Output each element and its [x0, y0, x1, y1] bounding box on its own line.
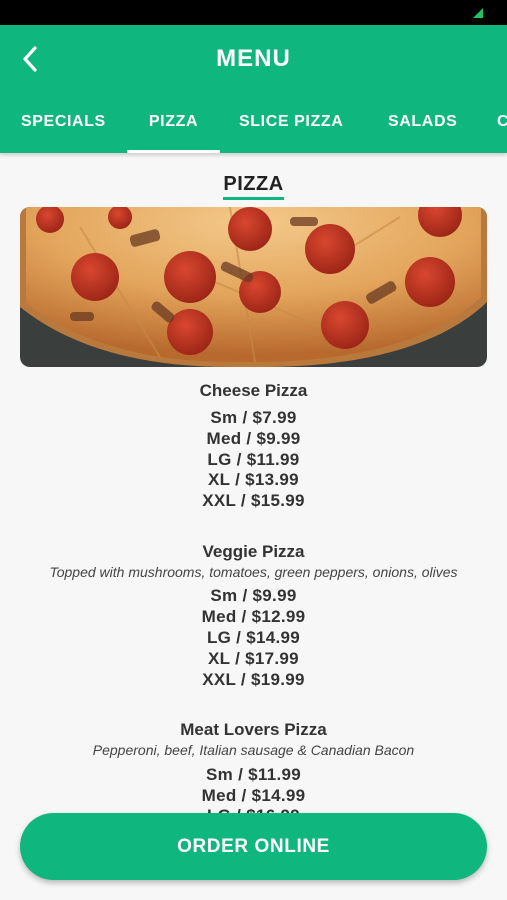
price-line: Med / $14.99 — [201, 786, 306, 805]
price-line: XXL / $15.99 — [202, 491, 305, 510]
price-line: LG / $11.99 — [207, 450, 300, 469]
tab-next-partial[interactable]: C — [497, 109, 507, 153]
price-line: XL / $13.99 — [208, 470, 299, 489]
menu-item-name: Veggie Pizza — [202, 542, 305, 561]
menu-item-description: Topped with mushrooms, tomatoes, green p… — [49, 564, 458, 580]
price-line: LG / $14.99 — [206, 628, 301, 647]
page-title: MENU — [216, 45, 291, 72]
price-line: XL / $17.99 — [208, 649, 299, 668]
menu-item-description: Pepperoni, beef, Italian sausage & Canad… — [92, 742, 415, 758]
price-line: Med / $12.99 — [201, 607, 306, 626]
order-online-button[interactable]: ORDER ONLINE — [20, 813, 487, 880]
section-heading: PIZZA — [0, 173, 507, 200]
pizza-photo — [20, 207, 487, 367]
pizza-hero-image — [20, 207, 487, 367]
price-line: Sm / $11.99 — [206, 765, 301, 784]
price-line: XXL / $19.99 — [202, 670, 305, 689]
price-line: Med / $9.99 — [206, 429, 301, 448]
battery-icon — [473, 8, 483, 18]
status-bar — [0, 0, 507, 25]
tab-salads[interactable]: SALADS — [388, 109, 457, 153]
tab-slice-pizza[interactable]: SLICE PIZZA — [239, 109, 343, 153]
app-header: MENU SPECIALS PIZZA SLICE PIZZA SALADS C — [0, 25, 507, 153]
tab-specials[interactable]: SPECIALS — [21, 109, 106, 153]
category-tabs: SPECIALS PIZZA SLICE PIZZA SALADS C — [0, 109, 507, 153]
tab-pizza[interactable]: PIZZA — [127, 109, 220, 153]
section-title: PIZZA — [223, 173, 284, 200]
price-line: Sm / $7.99 — [210, 408, 297, 427]
price-line: Sm / $9.99 — [210, 586, 297, 605]
menu-item-name: Meat Lovers Pizza — [180, 720, 327, 739]
menu-item-name: Cheese Pizza — [199, 381, 308, 400]
